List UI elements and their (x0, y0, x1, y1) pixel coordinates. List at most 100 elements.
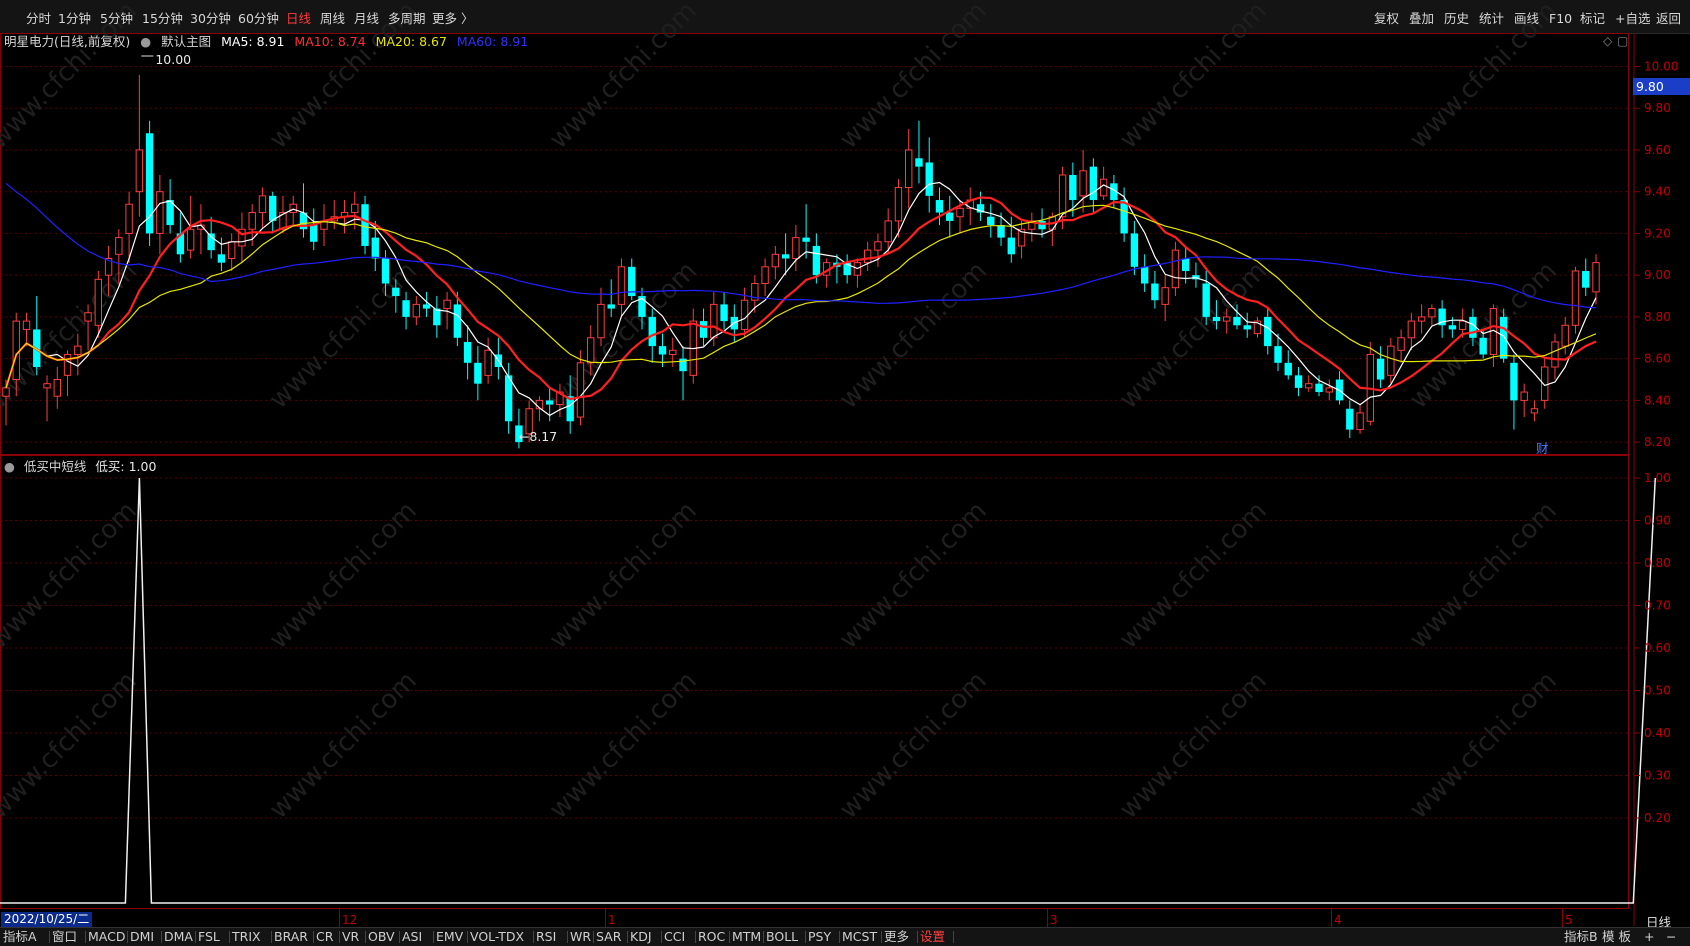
indicator-tab-6[interactable]: TRIX (232, 928, 261, 946)
indicator-tab-17[interactable]: KDJ (630, 928, 652, 946)
ind-tick-label: 0.80 (1644, 556, 1671, 570)
main-panel-header: 明星电力(日线,前复权) ● 默认主图 MA5: 8.91 MA10: 8.74… (4, 33, 534, 51)
tab-period-4[interactable]: 30分钟 (190, 10, 231, 28)
candle-body-down (946, 212, 954, 221)
main-tick-label: 8.80 (1644, 310, 1671, 324)
candle-body-up (94, 278, 103, 326)
indicator-tab-21[interactable]: BOLL (766, 928, 798, 946)
tab-period-10[interactable]: 更多 〉 (432, 10, 473, 28)
candle-body-down (474, 362, 482, 384)
toolbar-button-7[interactable]: +自选 (1615, 10, 1650, 28)
candle-body-down (392, 287, 400, 297)
tab-separator (661, 931, 662, 943)
ind-tick-label: 0.40 (1644, 726, 1671, 740)
indicator-tab-4[interactable]: DMA (164, 928, 193, 946)
x-month-tick (1331, 909, 1332, 927)
candle-body-down (1284, 362, 1292, 376)
tab-period-2[interactable]: 5分钟 (100, 10, 133, 28)
indicator-tab-0[interactable]: 指标A (3, 928, 37, 946)
indicator-b-tab-2[interactable]: + (1644, 928, 1654, 946)
candle-body-down (310, 225, 318, 242)
stock-title[interactable]: 明星电力(日线,前复权) (4, 34, 130, 49)
tab-period-9[interactable]: 多周期 (388, 10, 426, 28)
template-name[interactable]: 默认主图 (161, 34, 211, 49)
candle-body-up (12, 320, 20, 381)
candle-body-down (1346, 408, 1354, 430)
indicator-tab-5[interactable]: FSL (198, 928, 220, 946)
tab-separator (695, 931, 696, 943)
indicator-value: 低买: 1.00 (95, 459, 157, 474)
indicator-tab-23[interactable]: MCST (842, 928, 877, 946)
toolbar-button-5[interactable]: F10 (1549, 10, 1572, 28)
indicator-b-tab-3[interactable]: − (1666, 928, 1676, 946)
toolbar-button-2[interactable]: 历史 (1444, 10, 1469, 28)
finance-marker: 财 (1536, 441, 1549, 456)
indicator-tab-18[interactable]: CCI (664, 928, 685, 946)
candle-body-down (371, 237, 379, 259)
indicator-tab-25[interactable]: 设置 (920, 928, 945, 946)
indicator-tab-16[interactable]: SAR (596, 928, 621, 946)
candle-body-up (22, 320, 31, 330)
indicator-tab-10[interactable]: OBV (368, 928, 395, 946)
indicator-title[interactable]: 低买中短线 (24, 459, 87, 474)
main-tick-label: 9.60 (1644, 143, 1671, 157)
tab-period-8[interactable]: 月线 (354, 10, 379, 28)
main-tick-label: 8.40 (1644, 393, 1671, 407)
cursor-date-label: 2022/10/25/二 (1, 912, 93, 927)
tab-period-5[interactable]: 60分钟 (238, 10, 279, 28)
candle-body-up (1387, 345, 1395, 376)
indicator-b-tab-1[interactable]: 模 板 (1602, 928, 1631, 946)
indicator-menu-icon[interactable]: ● (4, 459, 15, 474)
candle-body-up (227, 241, 236, 259)
candle-body-up (1161, 287, 1169, 305)
x-month-label: 5 (1565, 913, 1573, 927)
indicator-tab-12[interactable]: EMV (436, 928, 463, 946)
indicator-tab-3[interactable]: DMI (130, 928, 154, 946)
indicator-tab-22[interactable]: PSY (808, 928, 831, 946)
low-annotation: ←8.17 (519, 429, 557, 444)
candle-body-up (956, 207, 964, 218)
candle-body-down (1294, 375, 1303, 388)
toolbar-button-3[interactable]: 统计 (1479, 10, 1504, 28)
indicator-tab-24[interactable]: 更多 (884, 928, 909, 946)
watermark-text: www.cfchi.com (0, 666, 143, 825)
ma5-line (5, 181, 1597, 417)
indicator-tab-2[interactable]: MACD (88, 928, 125, 946)
tab-period-0[interactable]: 分时 (26, 10, 51, 28)
watermark-text: www.cfchi.com (1114, 496, 1273, 655)
template-icon[interactable]: ● (140, 34, 151, 49)
candle-body-down (987, 216, 995, 226)
tab-period-7[interactable]: 周线 (320, 10, 345, 28)
toolbar-button-1[interactable]: 叠加 (1409, 10, 1434, 28)
candle-body-down (545, 400, 554, 405)
indicator-tab-20[interactable]: MTM (732, 928, 761, 946)
candle-body-down (402, 300, 410, 317)
tab-separator (433, 931, 434, 943)
indicator-tab-1[interactable]: 窗口 (52, 928, 77, 946)
candle-body-down (1510, 362, 1518, 401)
tab-separator (399, 931, 400, 943)
ind-tick-label: 0.90 (1644, 514, 1671, 528)
main-tick-label: 10.00 (1644, 59, 1678, 73)
tab-period-6[interactable]: 日线 (286, 10, 311, 28)
toolbar-button-6[interactable]: 标记 (1580, 10, 1605, 28)
toolbar-button-0[interactable]: 复权 (1374, 10, 1399, 28)
toolbar-button-8[interactable]: 返回 (1656, 10, 1681, 28)
indicator-b-tab-0[interactable]: 指标B (1564, 928, 1598, 946)
tab-period-1[interactable]: 1分钟 (58, 10, 91, 28)
indicator-tab-14[interactable]: RSI (536, 928, 556, 946)
indicator-tab-19[interactable]: ROC (698, 928, 725, 946)
candle-body-up (1530, 408, 1539, 414)
indicator-tab-7[interactable]: BRAR (274, 928, 308, 946)
indicator-tab-8[interactable]: CR (316, 928, 333, 946)
candle-body-up (1520, 391, 1528, 401)
indicator-tab-15[interactable]: WR (570, 928, 591, 946)
toolbar-button-4[interactable]: 画线 (1514, 10, 1539, 28)
indicator-tab-9[interactable]: VR (342, 928, 359, 946)
tab-period-3[interactable]: 15分钟 (142, 10, 183, 28)
candle-body-down (658, 346, 667, 355)
candle-body-up (63, 353, 72, 376)
indicator-tab-11[interactable]: ASI (402, 928, 422, 946)
indicator-tab-13[interactable]: VOL-TDX (470, 928, 524, 946)
x-month-label: 12 (342, 913, 358, 927)
